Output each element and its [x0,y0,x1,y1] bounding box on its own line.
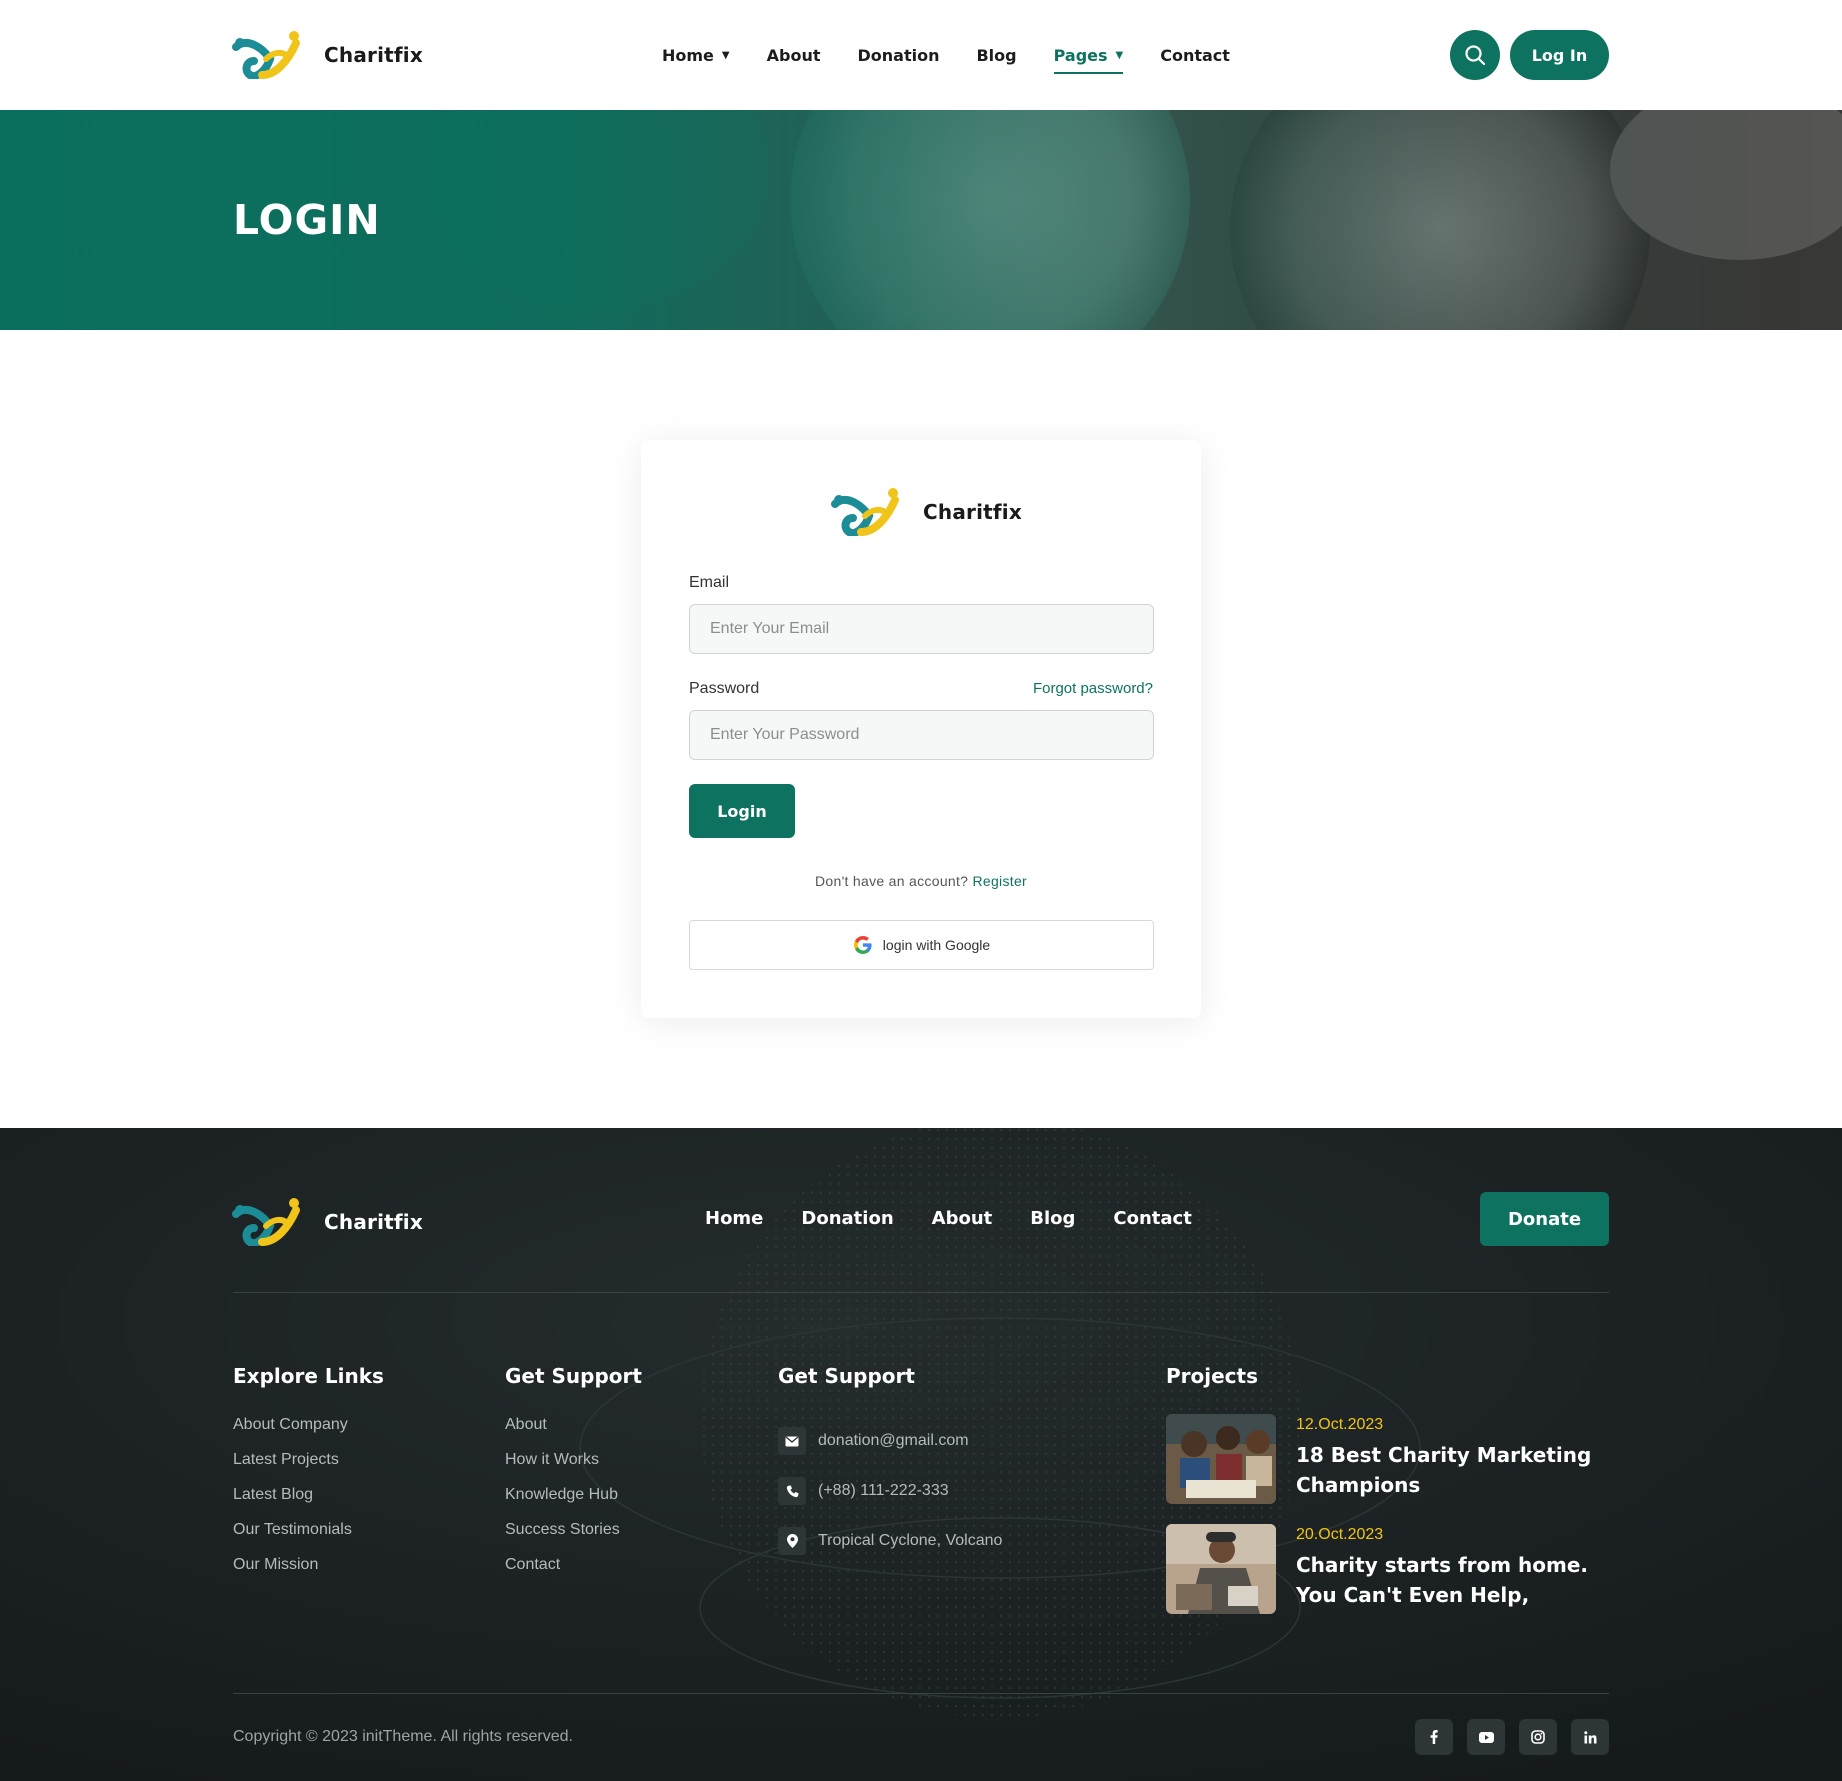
chevron-down-icon: ▼ [1115,49,1124,61]
explore-links-title: Explore Links [233,1364,384,1388]
footer-nav-home[interactable]: Home [705,1208,763,1229]
contact-title: Get Support [778,1364,915,1388]
site-footer: Charitfix Home Donation About Blog Conta… [0,1128,1842,1781]
nav-blog-label: Blog [976,45,1017,65]
nav-about[interactable]: About [767,40,821,70]
project-title[interactable]: Charity starts from home. You Can't Even… [1296,1550,1596,1610]
password-label: Password [689,680,760,697]
copyright-text: Copyright © 2023 initTheme. All rights r… [233,1728,573,1745]
search-button[interactable] [1450,30,1500,80]
donate-button[interactable]: Donate [1480,1192,1609,1246]
nav-home-label: Home [662,45,714,65]
card-brand: Charitfix [831,488,1022,536]
facebook-icon[interactable] [1415,1719,1453,1755]
nav-donation[interactable]: Donation [857,40,939,70]
register-link[interactable]: Register [972,873,1027,889]
password-field[interactable] [689,710,1154,760]
instagram-icon[interactable] [1519,1719,1557,1755]
brand-name: Charitfix [324,43,423,67]
contact-address: Tropical Cyclone, Volcano [818,1532,1003,1549]
contact-list: donation@gmail.com (+88) 111-222-333 Tro… [778,1416,1002,1566]
footer-link[interactable]: Our Testimonials [233,1521,352,1556]
brand-name: Charitfix [923,500,1022,524]
nav-contact-label: Contact [1160,45,1230,65]
get-support-list: About How it Works Knowledge Hub Success… [505,1416,620,1591]
page-hero: LOGIN [0,110,1842,330]
footer-link[interactable]: Latest Projects [233,1451,352,1486]
explore-links-list: About Company Latest Projects Latest Blo… [233,1416,352,1591]
nav-home[interactable]: Home ▼ [662,40,730,70]
footer-bottom-divider [233,1693,1609,1694]
footer-divider [233,1292,1609,1293]
project-info: 20.Oct.2023 Charity starts from home. Yo… [1296,1524,1596,1614]
footer-link[interactable]: Latest Blog [233,1486,352,1521]
project-item[interactable]: 12.Oct.2023 18 Best Charity Marketing Ch… [1166,1414,1596,1504]
nav-pages-label: Pages [1053,45,1108,65]
footer-link[interactable]: Knowledge Hub [505,1486,620,1521]
footer-nav-blog[interactable]: Blog [1030,1208,1075,1229]
contact-phone-row[interactable]: (+88) 111-222-333 [778,1466,1002,1516]
phone-icon [778,1477,806,1505]
contact-phone: (+88) 111-222-333 [818,1482,949,1499]
charitfix-logo-icon [232,1198,300,1246]
email-field[interactable] [689,604,1154,654]
header-login-button[interactable]: Log In [1510,30,1609,80]
location-pin-icon [778,1527,806,1555]
project-item[interactable]: 20.Oct.2023 Charity starts from home. Yo… [1166,1524,1596,1614]
nav-pages[interactable]: Pages ▼ [1053,40,1124,74]
nav-blog[interactable]: Blog [976,40,1016,70]
login-submit-button[interactable]: Login [689,784,795,838]
footer-link[interactable]: Contact [505,1556,620,1591]
register-prompt-text: Don't have an account? [815,873,969,889]
nav-donation-label: Donation [857,45,940,65]
project-thumbnail [1166,1414,1276,1504]
contact-email: donation@gmail.com [818,1432,969,1449]
register-prompt: Don't have an account? Register [641,873,1201,889]
linkedin-icon[interactable] [1571,1719,1609,1755]
nav-contact[interactable]: Contact [1160,40,1230,70]
google-login-label: login with Google [882,937,991,953]
footer-nav-about[interactable]: About [932,1208,993,1229]
nav-about-label: About [766,45,821,65]
project-info: 12.Oct.2023 18 Best Charity Marketing Ch… [1296,1414,1596,1504]
main-nav: Home ▼ About Donation Blog Pages ▼ Contact [662,0,1267,110]
google-login-button[interactable]: login with Google [689,920,1154,970]
social-links [1415,1719,1609,1755]
google-icon [853,936,872,954]
footer-nav: Home Donation About Blog Contact [705,1208,1230,1229]
footer-nav-donation[interactable]: Donation [801,1208,893,1229]
page-title: LOGIN [233,196,381,244]
footer-nav-contact[interactable]: Contact [1113,1208,1191,1229]
mail-icon [778,1427,806,1455]
footer-link[interactable]: Success Stories [505,1521,620,1556]
footer-link[interactable]: How it Works [505,1451,620,1486]
footer-link[interactable]: About Company [233,1416,352,1451]
footer-brand[interactable]: Charitfix [232,1198,423,1246]
projects-title: Projects [1166,1364,1259,1388]
site-header: Charitfix Home ▼ About Donation Blog Page… [0,0,1842,110]
footer-link[interactable]: About [505,1416,620,1451]
get-support-title: Get Support [505,1364,642,1388]
brand-name: Charitfix [324,1210,423,1234]
footer-link[interactable]: Our Mission [233,1556,352,1591]
youtube-icon[interactable] [1467,1719,1505,1755]
login-card: Charitfix Email Password Forgot password… [641,440,1201,1018]
charitfix-logo-icon [831,488,899,536]
email-label: Email [689,574,730,591]
project-thumbnail [1166,1524,1276,1614]
contact-email-row[interactable]: donation@gmail.com [778,1416,1002,1466]
project-title[interactable]: 18 Best Charity Marketing Champions [1296,1440,1596,1500]
search-icon [1465,45,1486,66]
project-date: 20.Oct.2023 [1296,1526,1384,1543]
chevron-down-icon: ▼ [721,49,730,61]
charitfix-logo-icon [232,31,300,79]
contact-address-row[interactable]: Tropical Cyclone, Volcano [778,1516,1002,1566]
header-brand[interactable]: Charitfix [232,31,423,79]
project-date: 12.Oct.2023 [1296,1416,1384,1433]
forgot-password-link[interactable]: Forgot password? [1033,680,1153,697]
